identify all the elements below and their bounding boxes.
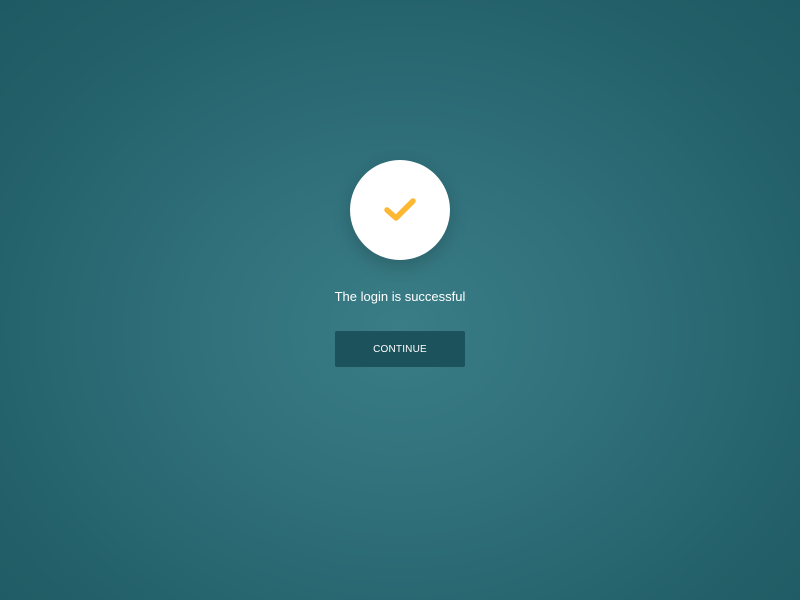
check-icon bbox=[384, 198, 416, 221]
continue-button[interactable]: CONTINUE bbox=[335, 331, 465, 367]
login-success-screen: The login is successful CONTINUE bbox=[0, 0, 800, 600]
success-message: The login is successful bbox=[334, 289, 466, 304]
success-badge bbox=[350, 160, 450, 260]
